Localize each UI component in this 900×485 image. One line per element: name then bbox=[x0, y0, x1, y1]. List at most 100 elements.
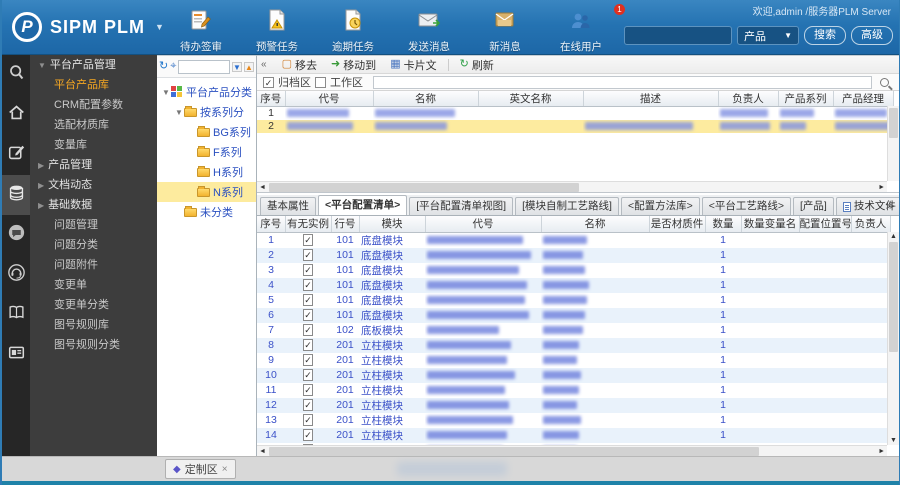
dock-tab-custom-area[interactable]: ◆ 定制区 × bbox=[165, 459, 236, 479]
tab-2[interactable]: [平台配置清单视图] bbox=[409, 197, 514, 215]
sidebar-item-13[interactable]: 图号规则库 bbox=[30, 315, 157, 335]
header-tool-overdue-task[interactable]: 逾期任务 bbox=[322, 8, 384, 54]
upper-grid-vscrollbar[interactable] bbox=[887, 106, 899, 181]
scroll-down-icon[interactable]: ▼ bbox=[890, 437, 897, 444]
sidebar-item-11[interactable]: 变更单 bbox=[30, 275, 157, 295]
tree-node-0[interactable]: ▼ 平台产品分类 bbox=[157, 82, 256, 102]
instance-checkbox[interactable]: ✓ bbox=[303, 354, 313, 366]
tab-3[interactable]: [模块自制工艺路线] bbox=[515, 197, 619, 215]
scroll-left-icon[interactable]: ◄ bbox=[259, 184, 266, 191]
instance-checkbox[interactable]: ✓ bbox=[303, 294, 313, 306]
quick-filter-input[interactable] bbox=[373, 75, 872, 89]
lower-grid-col-header[interactable]: 代号 bbox=[425, 216, 542, 233]
sidebar-item-14[interactable]: 图号规则分类 bbox=[30, 335, 157, 355]
table-row[interactable]: 2 bbox=[257, 119, 893, 133]
upper-grid-col-header[interactable]: 代号 bbox=[285, 91, 374, 107]
table-row[interactable]: 14 ✓ 201 立柱模块 1 bbox=[257, 427, 890, 443]
rail-item-book[interactable] bbox=[2, 295, 30, 335]
instance-checkbox[interactable]: ✓ bbox=[303, 234, 313, 246]
instance-checkbox[interactable]: ✓ bbox=[303, 369, 313, 381]
upper-grid-col-header[interactable]: 序号 bbox=[257, 91, 286, 107]
tree-node-3[interactable]: F系列 bbox=[157, 142, 256, 162]
table-row[interactable]: 5 ✓ 101 底盘模块 1 bbox=[257, 293, 890, 308]
rail-item-headset[interactable] bbox=[2, 255, 30, 295]
app-logo[interactable]: P SIPM PLM ▼ bbox=[12, 12, 164, 42]
tab-1[interactable]: <平台配置清单> bbox=[318, 195, 408, 215]
scroll-left-icon[interactable]: ◄ bbox=[259, 448, 266, 455]
table-row[interactable]: 1 ✓ 101 底盘模块 1 bbox=[257, 232, 890, 248]
lower-grid-vscrollbar[interactable]: ▲ ▼ bbox=[887, 232, 899, 445]
table-row[interactable]: 2 ✓ 101 底盘模块 1 bbox=[257, 247, 890, 263]
sidebar-item-2[interactable]: CRM配置参数 bbox=[30, 95, 157, 115]
rail-item-sipm-search[interactable] bbox=[2, 55, 30, 95]
upper-grid-col-header[interactable]: 描述 bbox=[583, 91, 719, 107]
archive-area-checkbox[interactable]: ✓ bbox=[263, 76, 274, 88]
table-row[interactable]: 9 ✓ 201 立柱模块 1 bbox=[257, 353, 890, 368]
instance-checkbox[interactable]: ✓ bbox=[303, 324, 313, 336]
upper-grid-col-header[interactable]: 产品系列 bbox=[778, 91, 834, 107]
toolbar-button-1[interactable]: ➜ 移动到 bbox=[326, 57, 381, 73]
tab-5[interactable]: <平台工艺路线> bbox=[701, 197, 791, 215]
lower-grid-col-header[interactable]: 是否材质件 bbox=[649, 216, 706, 233]
tree-node-5[interactable]: N系列 bbox=[157, 182, 256, 202]
global-search-input[interactable] bbox=[624, 26, 732, 45]
upper-grid-col-header[interactable]: 英文名称 bbox=[478, 91, 584, 107]
sidebar-item-0[interactable]: ▼ 平台产品管理 bbox=[30, 55, 157, 75]
instance-checkbox[interactable]: ✓ bbox=[303, 279, 313, 291]
sidebar-item-6[interactable]: ▶ 文档动态 bbox=[30, 175, 157, 195]
lower-grid-col-header[interactable]: 模块 bbox=[359, 216, 426, 233]
instance-checkbox[interactable]: ✓ bbox=[303, 264, 313, 276]
sidebar-item-1[interactable]: 平台产品库 bbox=[30, 75, 157, 95]
collapse-panel-icon[interactable]: « bbox=[261, 59, 267, 70]
search-category-select[interactable]: 产品 ▼ bbox=[737, 26, 799, 45]
lower-grid-col-header[interactable]: 数量 bbox=[705, 216, 742, 233]
sidebar-item-9[interactable]: 问题分类 bbox=[30, 235, 157, 255]
rail-item-chat[interactable] bbox=[2, 215, 30, 255]
locate-icon[interactable]: ⌖ bbox=[170, 61, 176, 72]
rail-item-edit[interactable] bbox=[2, 135, 30, 175]
lower-grid-col-header[interactable]: 负责人 bbox=[851, 216, 891, 233]
lower-grid-col-header[interactable]: 数量变量名 bbox=[741, 216, 800, 233]
instance-checkbox[interactable]: ✓ bbox=[303, 339, 313, 351]
tab-overflow-icon[interactable]: ≫ bbox=[886, 201, 895, 212]
instance-checkbox[interactable]: ✓ bbox=[303, 414, 313, 426]
scroll-right-icon[interactable]: ► bbox=[878, 448, 885, 455]
lower-grid-col-header[interactable]: 序号 bbox=[257, 216, 286, 233]
workspace-checkbox[interactable] bbox=[315, 76, 326, 88]
instance-checkbox[interactable]: ✓ bbox=[303, 309, 313, 321]
lower-grid-col-header[interactable]: 名称 bbox=[541, 216, 650, 233]
scroll-right-icon[interactable]: ► bbox=[878, 184, 885, 191]
sidebar-item-8[interactable]: 问题管理 bbox=[30, 215, 157, 235]
lower-grid-col-header[interactable]: 行号 bbox=[331, 216, 360, 233]
search-button[interactable]: 搜索 bbox=[804, 26, 846, 45]
sidebar-item-3[interactable]: 选配材质库 bbox=[30, 115, 157, 135]
instance-checkbox[interactable]: ✓ bbox=[303, 429, 313, 441]
search-icon[interactable] bbox=[880, 77, 889, 87]
header-tool-warning-task[interactable]: 预警任务 bbox=[246, 8, 308, 54]
close-icon[interactable]: × bbox=[222, 464, 228, 475]
table-row[interactable]: 6 ✓ 101 底盘模块 1 bbox=[257, 307, 890, 323]
tab-0[interactable]: 基本属性 bbox=[260, 197, 316, 215]
search-prev-icon[interactable]: ▲ bbox=[244, 61, 254, 72]
scroll-up-icon[interactable]: ▲ bbox=[890, 233, 897, 240]
sidebar-item-7[interactable]: ▶ 基础数据 bbox=[30, 195, 157, 215]
header-tool-send-message[interactable]: 发送消息 bbox=[398, 8, 460, 54]
rail-item-card[interactable] bbox=[2, 335, 30, 375]
sidebar-item-10[interactable]: 问题附件 bbox=[30, 255, 157, 275]
chevron-down-icon[interactable]: ▼ bbox=[155, 22, 164, 32]
header-tool-online-users[interactable]: 1 在线用户 bbox=[550, 4, 625, 54]
toolbar-button-2[interactable]: ▦ 卡片文 bbox=[385, 57, 441, 73]
tree-node-1[interactable]: ▼ 按系列分 bbox=[157, 102, 256, 122]
tree-node-6[interactable]: 未分类 bbox=[157, 202, 256, 222]
upper-grid-col-header[interactable]: 产品经理 bbox=[833, 91, 894, 107]
header-tool-todo-sign[interactable]: 待办签审 bbox=[170, 8, 232, 54]
upper-grid-col-header[interactable]: 名称 bbox=[373, 91, 479, 107]
toolbar-button-0[interactable]: ▢ 移去 bbox=[277, 57, 322, 73]
sidebar-item-5[interactable]: ▶ 产品管理 bbox=[30, 155, 157, 175]
sidebar-item-12[interactable]: 变更单分类 bbox=[30, 295, 157, 315]
instance-checkbox[interactable]: ✓ bbox=[303, 249, 313, 261]
table-row[interactable]: 13 ✓ 201 立柱模块 1 bbox=[257, 413, 890, 428]
lower-grid-hscrollbar[interactable]: ◄ ► bbox=[257, 445, 887, 456]
table-row[interactable]: 3 ✓ 101 底盘模块 1 bbox=[257, 263, 890, 278]
table-row[interactable]: 10 ✓ 201 立柱模块 1 bbox=[257, 367, 890, 383]
